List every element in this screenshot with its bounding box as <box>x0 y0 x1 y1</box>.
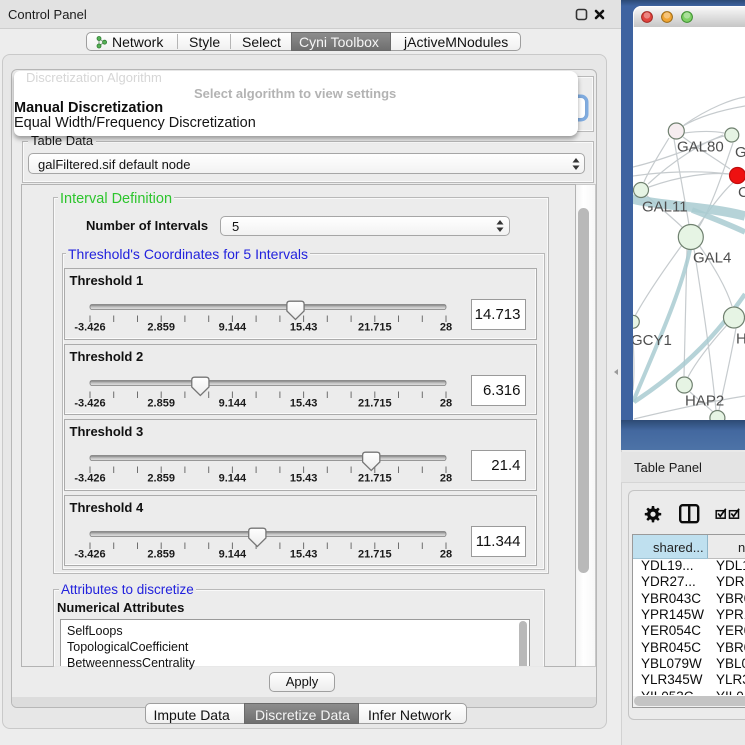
svg-text:28: 28 <box>440 397 452 409</box>
svg-text:HAP2: HAP2 <box>685 393 724 410</box>
svg-text:-3.426: -3.426 <box>74 322 105 334</box>
svg-text:15.43: 15.43 <box>290 548 318 560</box>
svg-text:GAL80: GAL80 <box>677 139 724 156</box>
svg-text:21.715: 21.715 <box>358 473 392 485</box>
svg-text:GAL11: GAL11 <box>642 199 688 216</box>
svg-text:-3.426: -3.426 <box>74 473 105 485</box>
svg-text:GA: GA <box>735 144 745 161</box>
svg-text:28: 28 <box>440 548 452 560</box>
svg-text:21.715: 21.715 <box>358 548 392 560</box>
svg-text:H: H <box>736 331 745 348</box>
svg-text:21.715: 21.715 <box>358 397 392 409</box>
svg-text:28: 28 <box>440 322 452 334</box>
svg-text:2.859: 2.859 <box>147 322 175 334</box>
svg-text:-3.426: -3.426 <box>74 397 105 409</box>
svg-text:9.144: 9.144 <box>219 548 247 560</box>
svg-text:15.43: 15.43 <box>290 397 318 409</box>
svg-text:2.859: 2.859 <box>147 397 175 409</box>
svg-text:21.715: 21.715 <box>358 322 392 334</box>
svg-text:-3.426: -3.426 <box>74 548 105 560</box>
svg-text:15.43: 15.43 <box>290 322 318 334</box>
svg-text:9.144: 9.144 <box>219 473 247 485</box>
svg-text:15.43: 15.43 <box>290 473 318 485</box>
svg-text:CD: CD <box>738 184 745 201</box>
svg-text:9.144: 9.144 <box>219 397 247 409</box>
svg-text:28: 28 <box>440 473 452 485</box>
svg-text:2.859: 2.859 <box>147 473 175 485</box>
svg-text:GAL4: GAL4 <box>693 250 731 267</box>
svg-text:2.859: 2.859 <box>147 548 175 560</box>
svg-text:9.144: 9.144 <box>219 322 247 334</box>
svg-text:GCY1: GCY1 <box>633 332 672 349</box>
